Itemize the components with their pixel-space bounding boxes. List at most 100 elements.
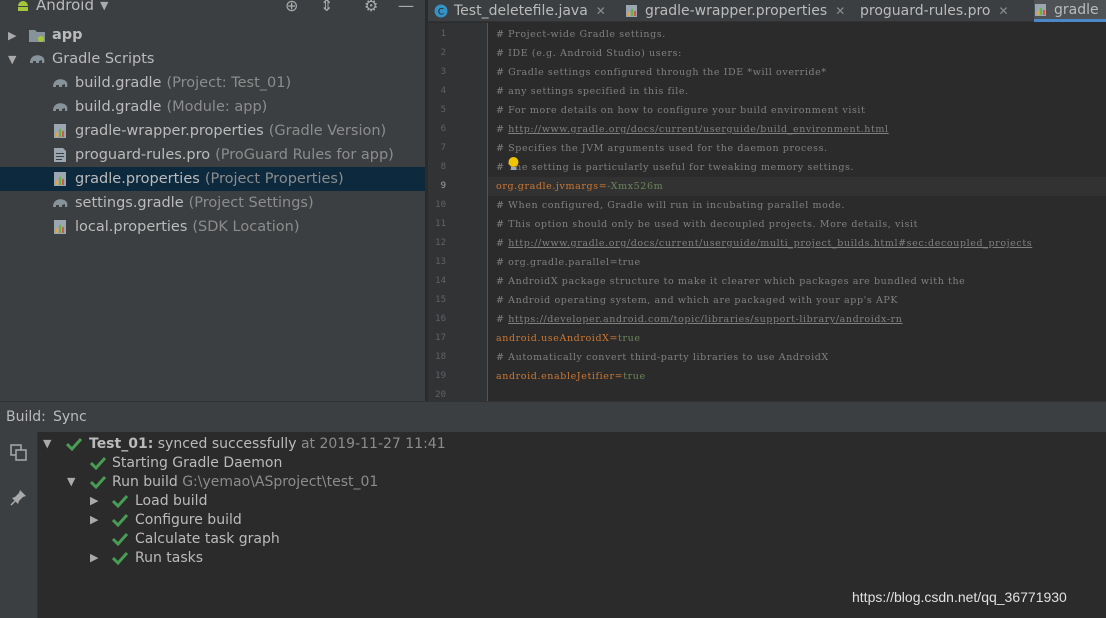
build-step-label: Load build xyxy=(135,492,208,509)
module-folder-icon xyxy=(29,30,45,42)
properties-file-icon xyxy=(54,220,66,234)
tab-label: proguard-rules.pro xyxy=(860,3,991,19)
code-line[interactable]: # org.gradle.parallel=true xyxy=(496,253,641,272)
gradle-elephant-icon xyxy=(53,103,68,111)
tree-item-gradle-scripts[interactable]: ▼ Gradle Scripts xyxy=(0,47,425,71)
success-check-icon xyxy=(90,456,106,470)
tree-item-settings-gradle[interactable]: settings.gradle (Project Settings) xyxy=(0,191,425,215)
line-number: 6 xyxy=(440,124,446,134)
code-line[interactable]: # For more details on how to configure y… xyxy=(496,101,866,120)
locate-file-icon[interactable]: ⊕ xyxy=(285,0,298,15)
line-number: 13 xyxy=(435,257,446,267)
code-line[interactable]: # Automatically convert third-party libr… xyxy=(496,348,829,367)
pin-icon[interactable] xyxy=(10,488,28,506)
code-line[interactable]: android.useAndroidX=true xyxy=(496,329,641,348)
tab-test-deletefile-java[interactable]: C Test_deletefile.java ✕ xyxy=(434,0,606,22)
url-link[interactable]: http://www.gradle.org/docs/current/userg… xyxy=(508,238,1032,249)
success-check-icon xyxy=(66,437,82,451)
property-key: org.gradle.jvmargs xyxy=(496,181,599,192)
line-number: 1 xyxy=(440,29,446,39)
build-header: Build: Sync xyxy=(0,402,1106,432)
expand-arrow-icon[interactable]: ▶ xyxy=(90,494,98,507)
properties-file-icon xyxy=(54,172,66,186)
line-number-gutter[interactable]: 1 2 3 4 5 6 7 8 9 10 11 12 13 14 15 16 17 18 19 20 xyxy=(428,23,488,401)
tree-item-build-gradle-module[interactable]: build.gradle (Module: app) xyxy=(0,95,425,119)
code-line[interactable]: # Android operating system, and which ar… xyxy=(496,291,898,310)
tree-item-gradle-properties[interactable]: gradle.properties (Project Properties) xyxy=(0,167,425,191)
build-row-load-build[interactable]: ▶ Load build xyxy=(38,491,1038,510)
tree-item-label: gradle.properties xyxy=(75,171,200,187)
tab-gradle-properties[interactable]: gradle xyxy=(1034,0,1106,22)
code-line[interactable]: # The setting is particularly useful for… xyxy=(496,158,854,177)
code-line[interactable]: # Project-wide Gradle settings. xyxy=(496,25,666,44)
tree-item-local-properties[interactable]: local.properties (SDK Location) xyxy=(0,215,425,239)
project-view-selector[interactable]: Android ▼ xyxy=(16,0,108,14)
tab-sync[interactable]: Sync xyxy=(53,409,87,425)
tree-item-hint: (Gradle Version) xyxy=(268,123,387,139)
code-line[interactable]: # IDE (e.g. Android Studio) users: xyxy=(496,44,682,63)
gradle-elephant-icon xyxy=(30,55,45,63)
expand-arrow-icon[interactable]: ▶ xyxy=(90,513,98,526)
build-row-configure-build[interactable]: ▶ Configure build xyxy=(38,510,1038,529)
collapse-arrow-icon[interactable]: ▼ xyxy=(67,475,75,488)
code-line[interactable]: # http://www.gradle.org/docs/current/use… xyxy=(496,234,1032,253)
code-editor[interactable]: 1 2 3 4 5 6 7 8 9 10 11 12 13 14 15 16 17 18 19 20 # Projec… xyxy=(428,23,1106,401)
gear-icon[interactable]: ⚙ xyxy=(364,0,378,15)
code-comment: # org.gradle.parallel=true xyxy=(496,257,641,268)
property-value: true xyxy=(623,371,646,382)
code-line[interactable]: # https://developer.android.com/topic/li… xyxy=(496,310,903,329)
project-tool-window: Android ▼ ⊕ ⇕ ⚙ — ▶ app ▼ Gradle Scripts… xyxy=(0,0,425,401)
build-step-label: Configure build xyxy=(135,511,242,528)
code-line[interactable]: org.gradle.jvmargs=-Xmx526m xyxy=(496,177,663,196)
line-number: 10 xyxy=(435,200,446,210)
build-row-starting-daemon[interactable]: Starting Gradle Daemon xyxy=(38,453,1038,472)
tree-item-app[interactable]: ▶ app xyxy=(0,23,425,47)
code-comment: # AndroidX package structure to make it … xyxy=(496,276,966,287)
restore-layout-icon[interactable] xyxy=(10,444,28,462)
code-line[interactable]: # Gradle settings configured through the… xyxy=(496,63,827,82)
properties-icon xyxy=(1035,3,1046,16)
tree-item-label: proguard-rules.pro xyxy=(75,147,211,163)
close-icon[interactable]: ✕ xyxy=(998,4,1008,18)
code-line[interactable]: # AndroidX package structure to make it … xyxy=(496,272,965,291)
code-comment: # IDE (e.g. Android Studio) users: xyxy=(496,48,682,59)
code-comment: # xyxy=(496,314,509,325)
url-link[interactable]: http://www.gradle.org/docs/current/userg… xyxy=(508,124,889,135)
build-row-run-tasks[interactable]: ▶ Run tasks xyxy=(38,548,1038,567)
tree-item-build-gradle-project[interactable]: build.gradle (Project: Test_01) xyxy=(0,71,425,95)
code-line[interactable]: # any settings specified in this file. xyxy=(496,82,689,101)
build-row-sync-result[interactable]: ▼ Test_01: synced successfully at 2019-1… xyxy=(38,434,1038,453)
code-comment: # Specifies the JVM arguments used for t… xyxy=(496,143,828,154)
build-step-label: Calculate task graph xyxy=(135,530,280,547)
collapse-arrow-icon[interactable]: ▼ xyxy=(8,53,16,66)
build-row-calculate-task-graph[interactable]: Calculate task graph xyxy=(38,529,1038,548)
tree-item-hint: (Project Properties) xyxy=(204,171,344,187)
success-check-icon xyxy=(112,551,128,565)
code-line[interactable]: # http://www.gradle.org/docs/current/use… xyxy=(496,120,889,139)
url-link[interactable]: https://developer.android.com/topic/libr… xyxy=(508,314,902,325)
collapse-all-icon[interactable]: ⇕ xyxy=(320,0,333,15)
code-line[interactable]: android.enableJetifier=true xyxy=(496,367,646,386)
tab-proguard-rules[interactable]: proguard-rules.pro ✕ xyxy=(860,0,1009,22)
close-icon[interactable]: ✕ xyxy=(835,4,845,18)
tree-item-proguard-rules[interactable]: proguard-rules.pro (ProGuard Rules for ap… xyxy=(0,143,425,167)
watermark-text: https://blog.csdn.net/qq_36771930 xyxy=(852,589,1067,605)
tree-item-label: build.gradle xyxy=(75,99,162,115)
collapse-arrow-icon[interactable]: ▼ xyxy=(43,437,51,450)
expand-arrow-icon[interactable]: ▶ xyxy=(90,551,98,564)
expand-arrow-icon[interactable]: ▶ xyxy=(8,29,16,42)
code-line[interactable]: # When configured, Gradle will run in in… xyxy=(496,196,845,215)
build-row-run-build[interactable]: ▼ Run build G:\yemao\ASproject\test_01 xyxy=(38,472,1038,491)
build-toolbar xyxy=(0,432,38,618)
chevron-down-icon[interactable]: ▼ xyxy=(100,0,108,12)
close-icon[interactable]: ✕ xyxy=(596,4,606,18)
line-number: 12 xyxy=(435,238,446,248)
tab-gradle-wrapper-properties[interactable]: gradle-wrapper.properties ✕ xyxy=(625,0,845,22)
code-line[interactable]: # This option should only be used with d… xyxy=(496,215,918,234)
hide-panel-icon[interactable]: — xyxy=(398,0,414,15)
code-line[interactable]: # Specifies the JVM arguments used for t… xyxy=(496,139,828,158)
line-number: 2 xyxy=(440,48,446,58)
tree-item-gradle-wrapper-properties[interactable]: gradle-wrapper.properties (Gradle Version… xyxy=(0,119,425,143)
lightbulb-icon[interactable] xyxy=(507,156,520,172)
text-file-icon xyxy=(54,148,66,162)
